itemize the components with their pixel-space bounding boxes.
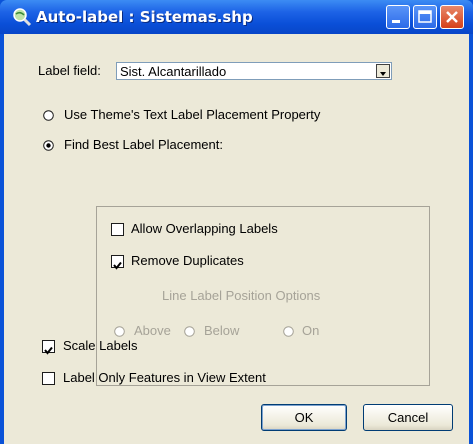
maximize-button[interactable]	[413, 5, 437, 29]
close-button[interactable]	[440, 5, 464, 29]
ok-button[interactable]: OK	[261, 404, 347, 431]
allow-overlapping-label: Allow Overlapping Labels	[131, 221, 278, 236]
radio-best-placement[interactable]	[43, 140, 54, 151]
scale-labels-checkbox[interactable]	[42, 340, 55, 355]
checkmark-icon	[113, 261, 122, 270]
label-only-view-label: Label Only Features in View Extent	[63, 370, 266, 385]
radio-on[interactable]	[283, 326, 294, 337]
cancel-button[interactable]: Cancel	[363, 404, 453, 431]
close-icon	[446, 11, 458, 23]
line-position-title: Line Label Position Options	[162, 288, 321, 303]
auto-label-dialog: Auto-label : Sistemas.shp Label field: S…	[0, 0, 473, 444]
remove-duplicates-label: Remove Duplicates	[131, 253, 244, 268]
radio-theme-placement[interactable]	[43, 110, 54, 121]
radio-best-placement-label: Find Best Label Placement:	[64, 137, 223, 152]
label-field-label: Label field:	[38, 63, 101, 78]
title-bar[interactable]: Auto-label : Sistemas.shp	[0, 0, 473, 34]
radio-below[interactable]	[184, 326, 195, 337]
label-field-value: Sist. Alcantarillado	[120, 64, 227, 79]
radio-above-label: Above	[134, 323, 171, 338]
maximize-icon	[418, 10, 432, 23]
radio-below-label: Below	[204, 323, 240, 338]
dialog-body: Label field: Sist. Alcantarillado Use Th…	[4, 34, 469, 444]
label-field-select[interactable]: Sist. Alcantarillado	[116, 62, 392, 80]
dropdown-button[interactable]	[376, 64, 390, 78]
magnifier-globe-icon	[12, 7, 32, 27]
window-title: Auto-label : Sistemas.shp	[36, 8, 253, 26]
minimize-icon	[392, 20, 400, 23]
minimize-button[interactable]	[386, 5, 410, 29]
radio-on-label: On	[302, 323, 320, 338]
chevron-down-icon	[380, 72, 386, 76]
label-only-view-checkbox[interactable]	[42, 372, 55, 385]
remove-duplicates-checkbox[interactable]	[111, 255, 124, 270]
checkmark-icon	[44, 346, 53, 355]
scale-labels-label: Scale Labels	[63, 338, 138, 353]
radio-above[interactable]	[114, 326, 125, 337]
allow-overlapping-checkbox[interactable]	[111, 223, 124, 236]
radio-theme-placement-label: Use Theme's Text Label Placement Propert…	[64, 107, 321, 122]
